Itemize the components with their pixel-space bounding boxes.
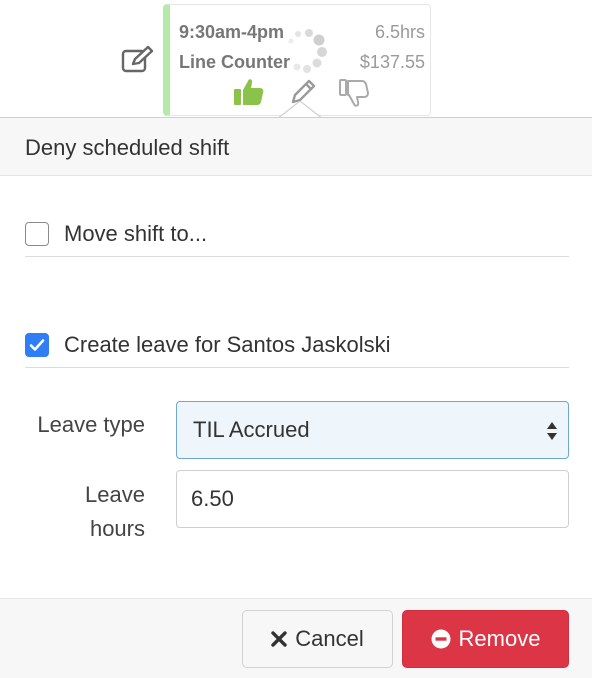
remove-button-label: Remove (458, 626, 541, 651)
close-icon (271, 631, 287, 647)
create-leave-option[interactable]: Create leave for Santos Jaskolski (25, 322, 569, 368)
shift-role: Line Counter (179, 52, 290, 72)
cancel-button[interactable]: Cancel (242, 610, 393, 668)
leave-type-select[interactable]: TIL Accrued (176, 401, 569, 459)
deny-shift-popover: Deny scheduled shift Move shift to... Cr… (0, 117, 592, 678)
leave-hours-input[interactable] (176, 470, 569, 528)
remove-button[interactable]: Remove (402, 610, 569, 668)
leave-type-label: Leave type (37, 412, 145, 437)
popover-footer: Cancel Remove (0, 598, 592, 678)
thumb-up-icon[interactable] (233, 77, 265, 107)
select-arrows-icon (547, 422, 557, 440)
leave-hours-label-line1: Leave (85, 482, 145, 507)
shift-card[interactable]: 9:30am-4pm 6.5hrs Line Counter $137.55 (163, 4, 431, 116)
move-shift-option[interactable]: Move shift to... (25, 211, 569, 257)
shift-cost: $137.55 (359, 52, 425, 72)
shift-time: 9:30am-4pm (179, 22, 285, 42)
move-shift-label: Move shift to... (64, 220, 208, 246)
thumb-down-icon[interactable] (338, 77, 370, 109)
leave-type-value: TIL Accrued (193, 417, 310, 442)
leave-hours-label: Leave hours (25, 478, 145, 546)
create-leave-checkbox[interactable] (25, 332, 49, 357)
leave-hours-label-line2: hours (89, 516, 145, 541)
move-shift-checkbox[interactable] (25, 221, 49, 246)
create-leave-label: Create leave for Santos Jaskolski (64, 331, 391, 357)
shift-hours: 6.5hrs (374, 22, 425, 42)
popover-title: Deny scheduled shift (0, 118, 592, 176)
loading-spinner-icon (288, 29, 327, 73)
cancel-button-label: Cancel (295, 626, 364, 651)
minus-circle-icon (431, 629, 451, 649)
checkmark-icon (29, 338, 45, 351)
shift-area: 9:30am-4pm 6.5hrs Line Counter $137.55 (0, 0, 592, 119)
edit-icon[interactable] (121, 45, 155, 75)
